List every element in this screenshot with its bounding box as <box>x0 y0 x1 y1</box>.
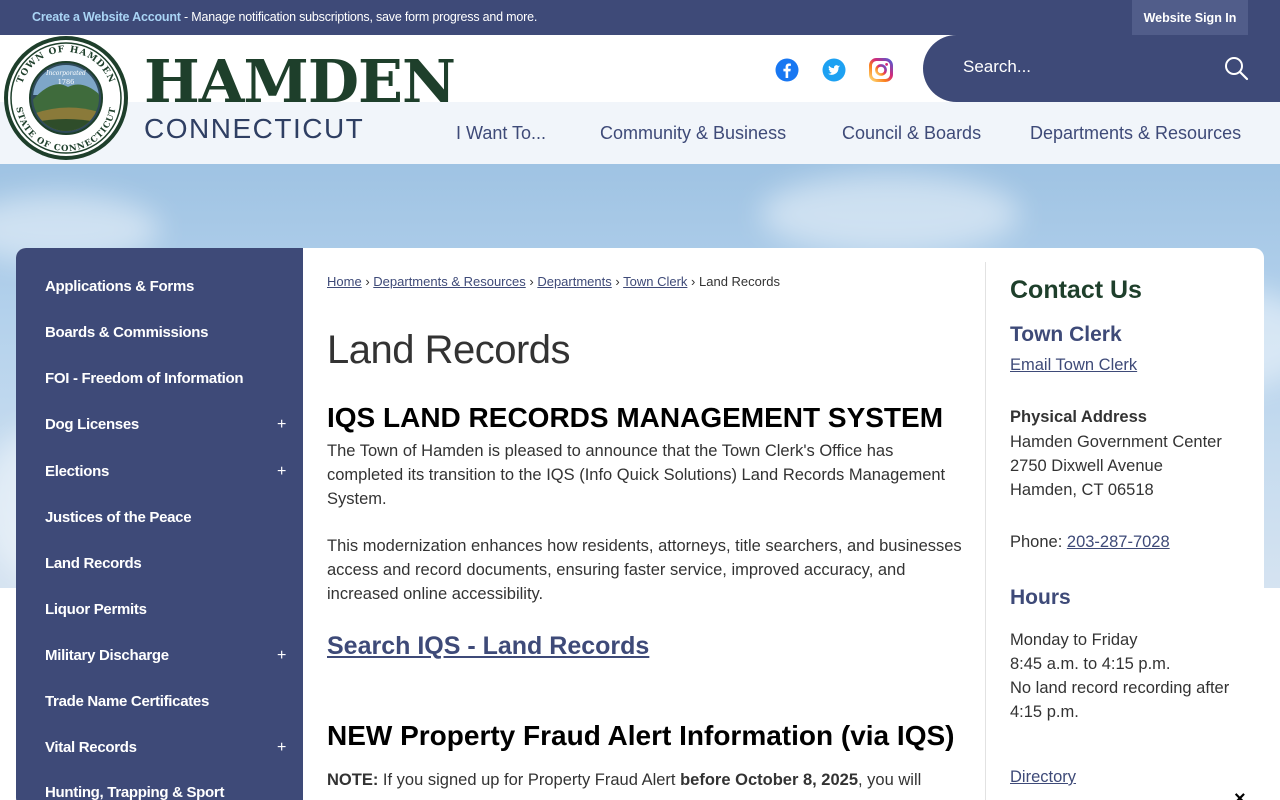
hours-heading: Hours <box>1010 586 1071 609</box>
hours-line: 4:15 p.m. <box>1010 703 1079 721</box>
nav-i-want-to[interactable]: I Want To... <box>456 123 546 144</box>
search-icon[interactable] <box>1223 55 1249 81</box>
fraud-note-paragraph: NOTE: If you signed up for Property Frau… <box>327 768 967 792</box>
search-input[interactable] <box>963 57 1203 77</box>
facebook-icon[interactable] <box>775 58 799 82</box>
sidebar-item-dog-licenses[interactable]: Dog Licenses <box>45 416 139 433</box>
note-text-2: , you will <box>858 771 922 789</box>
iqs-paragraph-1: The Town of Hamden is pleased to announc… <box>327 442 946 508</box>
contact-heading: Contact Us <box>1010 276 1142 304</box>
address-line: 2750 Dixwell Avenue <box>1010 457 1163 475</box>
note-text-1: If you signed up for Property Fraud Aler… <box>378 771 681 789</box>
sidebar-item-justices[interactable]: Justices of the Peace <box>45 509 192 526</box>
town-seal-logo[interactable]: TOWN OF HAMDEN STATE OF CONNECTICUT Inco… <box>2 35 130 161</box>
hours-line: Monday to Friday <box>1010 631 1138 649</box>
search-iqs-link[interactable]: Search IQS - Land Records <box>327 632 649 661</box>
contact-department: Town Clerk <box>1010 323 1122 346</box>
breadcrumb-town-clerk[interactable]: Town Clerk <box>623 274 687 289</box>
phone-link[interactable]: 203-287-7028 <box>1067 533 1170 551</box>
phone-label: Phone: <box>1010 533 1067 551</box>
seal-year: 1786 <box>58 78 75 86</box>
sidebar-item-elections[interactable]: Elections <box>45 463 109 480</box>
sidebar-item-trade-name[interactable]: Trade Name Certificates <box>45 693 209 710</box>
hours-line: No land record recording after <box>1010 679 1230 697</box>
note-label: NOTE: <box>327 771 379 789</box>
sidebar-item-boards-commissions[interactable]: Boards & Commissions <box>45 324 209 341</box>
address-line: Hamden, CT 06518 <box>1010 481 1154 499</box>
sidebar-item-military-discharge[interactable]: Military Discharge <box>45 647 169 664</box>
instagram-icon[interactable] <box>869 58 893 82</box>
fraud-alert-heading: NEW Property Fraud Alert Information (vi… <box>327 720 955 751</box>
expand-vital-records[interactable]: + <box>277 739 286 757</box>
iqs-paragraph-2: This modernization enhances how resident… <box>327 537 962 603</box>
close-icon[interactable]: × <box>1234 788 1246 800</box>
sidebar-item-applications-forms[interactable]: Applications & Forms <box>45 278 194 295</box>
expand-elections[interactable]: + <box>277 463 286 481</box>
nav-departments-resources[interactable]: Departments & Resources <box>1030 123 1241 144</box>
breadcrumb-home[interactable]: Home <box>327 274 362 289</box>
create-account-link[interactable]: Create a Website Account <box>32 10 181 24</box>
breadcrumb: Home › Departments & Resources › Departm… <box>327 274 780 289</box>
breadcrumb-current: Land Records <box>699 274 780 289</box>
breadcrumb-separator: › <box>365 274 370 289</box>
phone-line: Phone: 203-287-7028 <box>1010 530 1170 554</box>
sidebar-item-vital-records[interactable]: Vital Records <box>45 739 137 756</box>
breadcrumb-departments-resources[interactable]: Departments & Resources <box>373 274 525 289</box>
site-name[interactable]: HAMDEN <box>144 47 456 116</box>
hours-line: 8:45 a.m. to 4:15 p.m. <box>1010 655 1171 673</box>
breadcrumb-separator: › <box>615 274 620 289</box>
breadcrumb-separator: › <box>529 274 534 289</box>
sidebar-item-hunting[interactable]: Hunting, Trapping & Sport <box>45 784 224 800</box>
breadcrumb-departments[interactable]: Departments <box>537 274 611 289</box>
column-divider <box>985 262 986 800</box>
search-bar <box>923 35 1280 102</box>
sign-in-button[interactable]: Website Sign In <box>1132 0 1248 35</box>
expand-dog-licenses[interactable]: + <box>277 416 286 434</box>
sidebar-item-liquor-permits[interactable]: Liquor Permits <box>45 601 147 618</box>
site-state[interactable]: CONNECTICUT <box>144 113 364 145</box>
note-date: before October 8, 2025 <box>680 771 859 789</box>
sidebar-item-foi[interactable]: FOI - Freedom of Information <box>45 370 244 387</box>
expand-military-discharge[interactable]: + <box>277 647 286 665</box>
topbar-message: Create a Website Account - Manage notifi… <box>32 10 537 24</box>
address-line: Hamden Government Center <box>1010 433 1222 451</box>
seal-incorporated: Incorporated <box>45 70 86 77</box>
page-title: Land Records <box>327 328 571 372</box>
nav-community-business[interactable]: Community & Business <box>600 123 786 144</box>
topbar-message-text: - Manage notification subscriptions, sav… <box>180 10 538 24</box>
iqs-heading: IQS LAND RECORDS MANAGEMENT SYSTEM <box>327 402 944 433</box>
directory-link[interactable]: Directory <box>1010 768 1076 787</box>
sidebar-item-land-records[interactable]: Land Records <box>45 555 142 572</box>
sidebar-menu: Applications & Forms Boards & Commission… <box>16 248 303 800</box>
address-label: Physical Address <box>1010 408 1147 426</box>
nav-council-boards[interactable]: Council & Boards <box>842 123 981 144</box>
email-town-clerk-link[interactable]: Email Town Clerk <box>1010 356 1137 375</box>
twitter-icon[interactable] <box>822 58 846 82</box>
breadcrumb-separator: › <box>691 274 696 289</box>
top-announcement-bar: Create a Website Account - Manage notifi… <box>0 0 1280 35</box>
